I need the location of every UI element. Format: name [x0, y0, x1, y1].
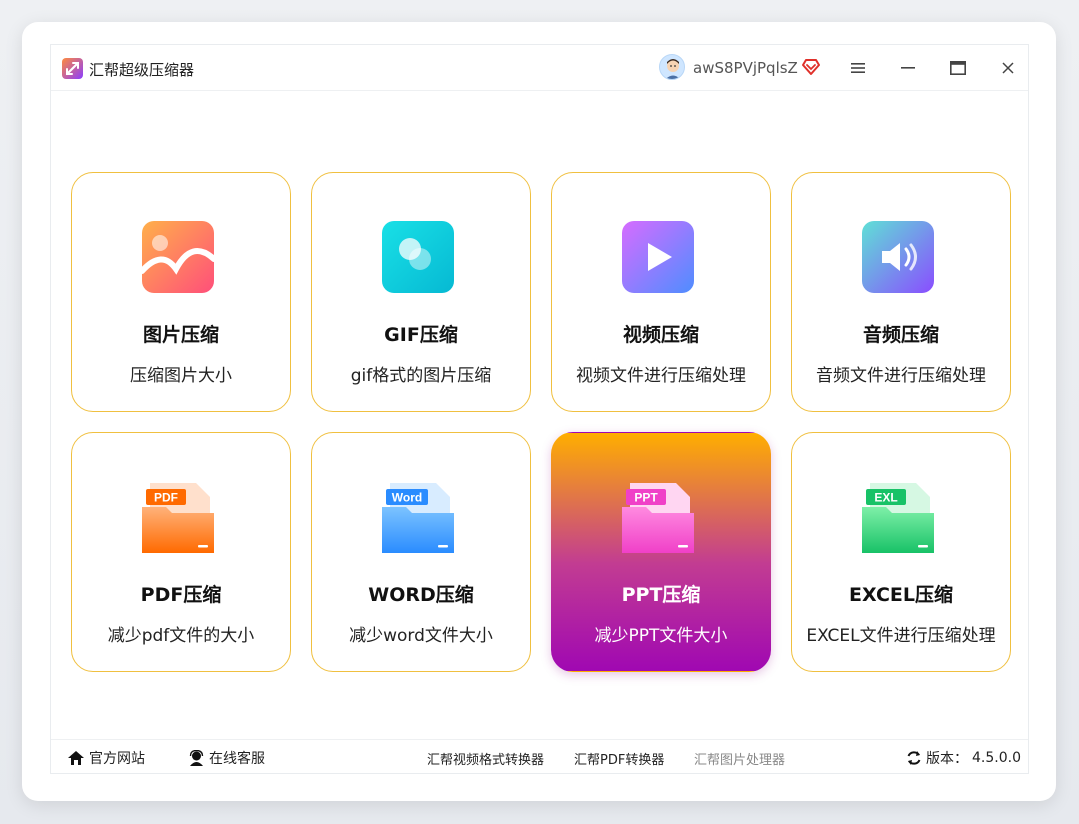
online-support-link[interactable]: 在线客服 — [188, 748, 265, 768]
refresh-icon — [907, 751, 921, 765]
close-button[interactable] — [996, 56, 1020, 80]
file-badge: Word — [392, 491, 422, 505]
online-support-label: 在线客服 — [209, 751, 265, 767]
card-pdf-compress[interactable]: PDF PDF压缩 减少pdf文件的大小 — [71, 432, 291, 672]
version-info[interactable]: 版本： 4.5.0.0 — [906, 748, 1021, 768]
minimize-icon — [901, 67, 915, 69]
official-website-label: 官方网站 — [89, 751, 145, 767]
home-icon — [68, 751, 84, 765]
ppt-file-icon: PPT — [622, 483, 694, 553]
minimize-button[interactable] — [896, 56, 920, 80]
card-ppt-compress[interactable]: PPT PPT压缩 减少PPT文件大小 — [551, 432, 771, 672]
card-title: GIF压缩 — [384, 324, 458, 346]
video-icon — [622, 221, 694, 293]
footer-link-image-processor[interactable]: 汇帮图片处理器 — [694, 749, 785, 768]
word-file-icon: Word — [382, 483, 454, 553]
official-website-link[interactable]: 官方网站 — [67, 748, 145, 768]
card-description: EXCEL文件进行压缩处理 — [806, 626, 996, 646]
card-video-compress[interactable]: 视频压缩 视频文件进行压缩处理 — [551, 172, 771, 412]
file-badge: PDF — [154, 491, 178, 505]
pdf-file-icon: PDF — [142, 483, 214, 553]
card-word-compress[interactable]: Word WORD压缩 减少word文件大小 — [311, 432, 531, 672]
file-badge: PPT — [634, 491, 658, 505]
card-audio-compress[interactable]: 音频压缩 音频文件进行压缩处理 — [791, 172, 1011, 412]
card-title: 图片压缩 — [142, 324, 219, 346]
user-avatar[interactable] — [659, 54, 685, 80]
version-number: 4.5.0.0 — [972, 750, 1021, 766]
card-description: 压缩图片大小 — [130, 366, 232, 386]
app-title: 汇帮超级压缩器 — [89, 61, 195, 79]
footer-link-pdf-converter[interactable]: 汇帮PDF转换器 — [574, 749, 664, 768]
username[interactable]: awS8PVjPqlsZ — [693, 59, 798, 77]
card-description: 音频文件进行压缩处理 — [816, 366, 986, 386]
close-icon — [1002, 62, 1014, 74]
card-description: 减少word文件大小 — [349, 626, 493, 646]
card-description: 减少PPT文件大小 — [594, 626, 728, 646]
vip-diamond-icon[interactable] — [801, 57, 821, 77]
card-gif-compress[interactable]: GIF压缩 gif格式的图片压缩 — [311, 172, 531, 412]
audio-icon — [862, 221, 934, 293]
gif-icon — [382, 221, 454, 293]
footer-link-video-converter[interactable]: 汇帮视频格式转换器 — [427, 749, 544, 768]
card-title: PDF压缩 — [140, 584, 222, 606]
card-excel-compress[interactable]: EXL EXCEL压缩 EXCEL文件进行压缩处理 — [791, 432, 1011, 672]
card-description: 减少pdf文件的大小 — [107, 626, 255, 646]
app-logo-icon — [62, 58, 83, 79]
excel-file-icon: EXL — [862, 483, 934, 553]
hamburger-icon — [851, 63, 865, 73]
card-image-compress[interactable]: 图片压缩 压缩图片大小 — [71, 172, 291, 412]
maximize-icon — [950, 61, 966, 75]
card-description: gif格式的图片压缩 — [350, 366, 492, 386]
version-label: 版本： — [926, 751, 968, 767]
tool-grid: 图片压缩 压缩图片大小 GIF压缩 gif格式的图片压缩 视频压缩 视频文件进行… — [71, 172, 1011, 672]
card-title: PPT压缩 — [621, 584, 701, 606]
card-title: EXCEL压缩 — [849, 584, 953, 606]
card-title: 视频压缩 — [622, 324, 699, 346]
menu-button[interactable] — [846, 56, 870, 80]
app-window: 汇帮超级压缩器 awS8PVjPqlsZ 图片压缩 压缩图片大小 GIF压缩 g… — [50, 44, 1029, 774]
file-badge: EXL — [874, 491, 897, 505]
maximize-button[interactable] — [946, 56, 970, 80]
customer-service-icon — [189, 750, 204, 766]
card-title: 音频压缩 — [862, 324, 939, 346]
title-bar: 汇帮超级压缩器 awS8PVjPqlsZ — [51, 45, 1028, 91]
footer-bar: 官方网站 在线客服 汇帮视频格式转换器 汇帮PDF转换器 汇帮图片处理器 版本：… — [51, 739, 1028, 773]
image-icon — [140, 221, 217, 293]
card-description: 视频文件进行压缩处理 — [576, 366, 746, 386]
card-title: WORD压缩 — [368, 584, 474, 606]
